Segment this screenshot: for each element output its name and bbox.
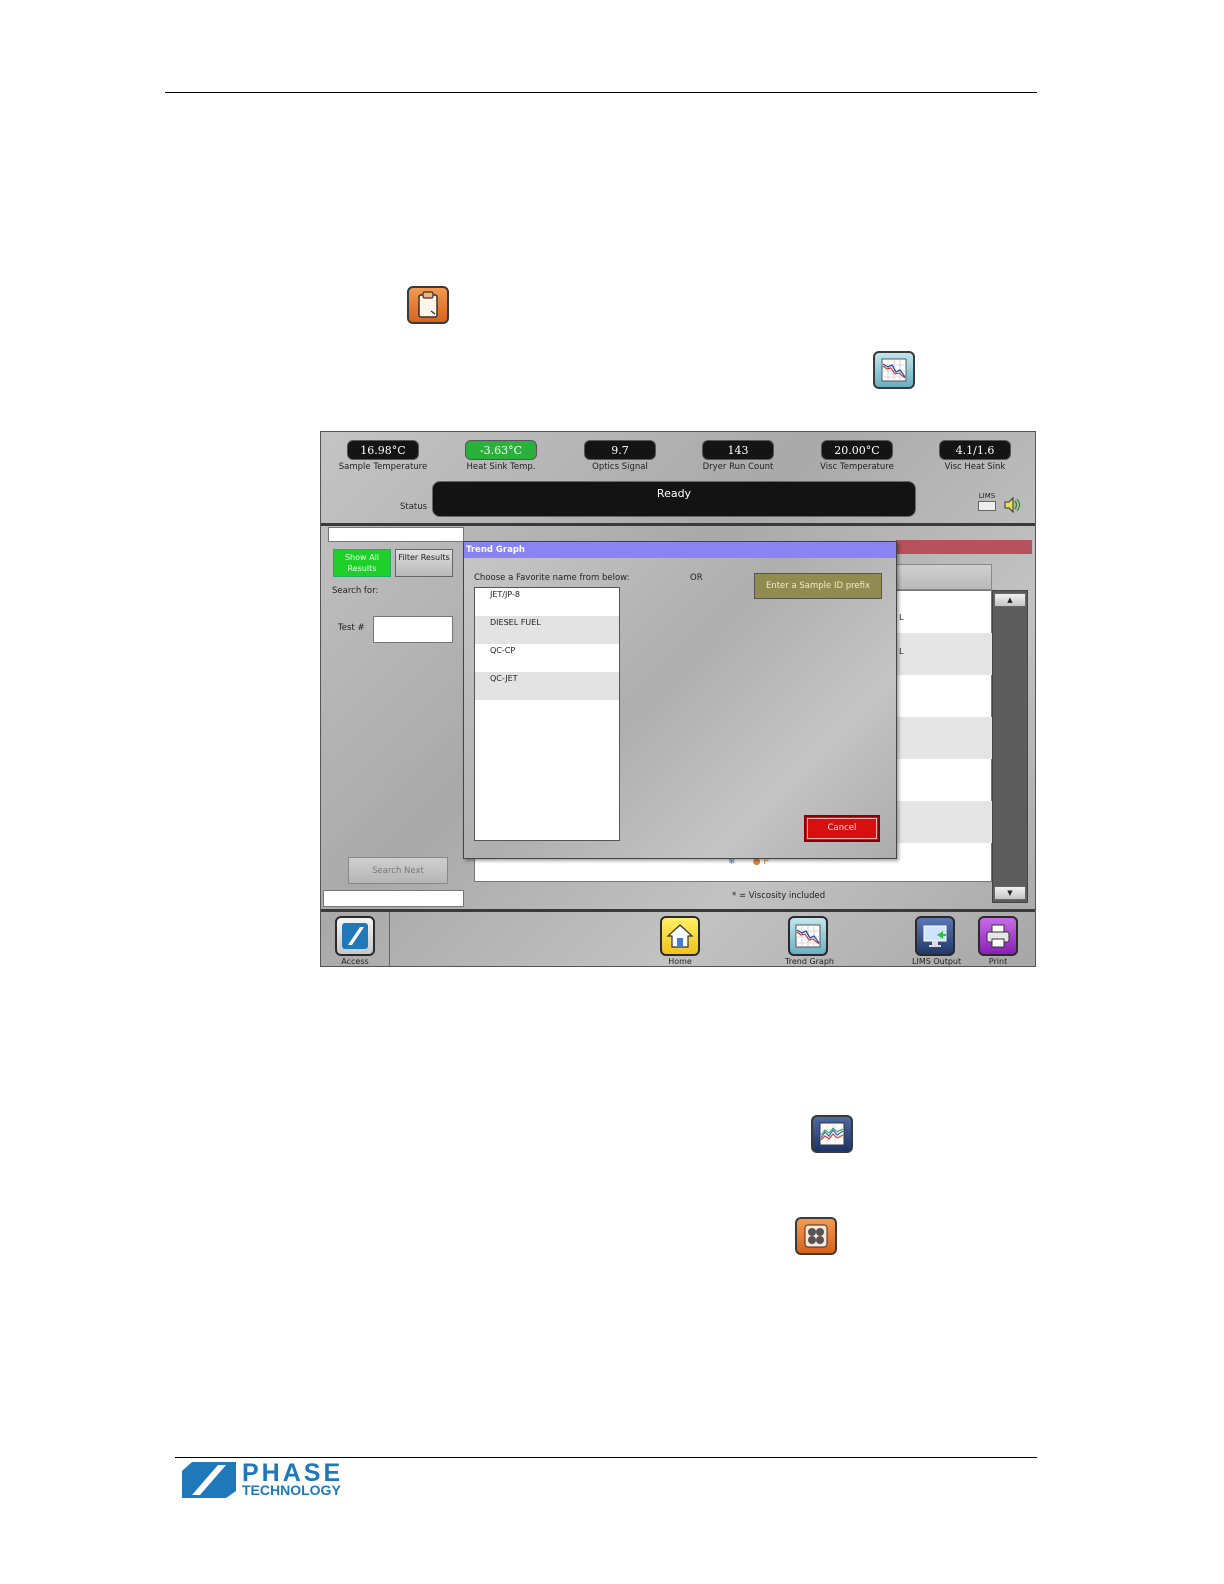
readout-value: 16.98°C	[347, 440, 419, 460]
toolbar-separator	[389, 912, 390, 966]
phase-technology-logo: PHASE TECHNOLOGY	[178, 1461, 354, 1501]
scroll-up-button[interactable]: ▲	[994, 593, 1026, 607]
lims-status-icon[interactable]: LIMS	[975, 492, 999, 516]
logo-mark-icon	[182, 1462, 236, 1498]
status-display: Ready	[432, 481, 916, 517]
print-icon	[978, 916, 1018, 956]
trend-graph-button[interactable]: Trend Graph	[785, 916, 834, 966]
readout-optics-signal: 9.7 Optics Signal	[560, 439, 680, 472]
readout-visc-heat-sink: 4.1/1.6 Visc Heat Sink	[915, 439, 1035, 472]
readout-label: Visc Heat Sink	[944, 462, 1006, 472]
row-fragment: L	[899, 647, 904, 656]
dialog-title: Trend Graph	[464, 542, 896, 558]
trend-graph-label: Trend Graph	[785, 957, 834, 966]
logo-word-technology: TECHNOLOGY	[242, 1482, 341, 1498]
readout-label: Sample Temperature	[338, 462, 428, 472]
readout-value: 20.00°C	[821, 440, 893, 460]
home-label: Home	[668, 957, 692, 966]
home-button[interactable]: Home	[657, 916, 703, 966]
enter-sample-id-prefix-button[interactable]: Enter a Sample ID prefix	[754, 573, 882, 599]
instrument-screenshot: 16.98°C Sample Temperature -3.63°C Heat …	[320, 431, 1036, 967]
lims-output-button[interactable]: LIMS Output	[912, 916, 962, 966]
viscosity-note: * = Viscosity included	[732, 891, 826, 901]
cancel-button[interactable]: Cancel	[804, 815, 880, 842]
list-item[interactable]: DIESEL FUEL	[475, 616, 619, 644]
results-column-header	[896, 564, 992, 590]
printer-shape	[978, 501, 996, 511]
readout-visc-temperature: 20.00°C Visc Temperature	[797, 439, 917, 472]
readout-value: 9.7	[584, 440, 656, 460]
readout-heat-sink-temp: -3.63°C Heat Sink Temp.	[441, 439, 561, 472]
trend-graph-icon	[788, 916, 828, 956]
results-scrollbar[interactable]: ▲ ▼	[992, 590, 1028, 903]
choose-favorite-label: Choose a Favorite name from below:	[474, 573, 630, 583]
line-graph-icon	[811, 1115, 853, 1153]
search-next-button[interactable]: Search Next	[348, 857, 448, 884]
header-divider	[321, 523, 1035, 526]
readout-value: -3.63°C	[465, 440, 537, 460]
row-fragment: L	[899, 613, 904, 622]
readout-sample-temperature: 16.98°C Sample Temperature	[323, 439, 443, 472]
grid-menu-icon	[795, 1217, 837, 1255]
readout-label: Visc Temperature	[820, 462, 894, 472]
readout-label: Heat Sink Temp.	[466, 462, 536, 472]
toolbar-divider	[321, 909, 1035, 912]
footer-rule	[175, 1457, 1037, 1458]
test-number-input[interactable]	[373, 616, 453, 643]
search-panel-bottom-strip	[323, 890, 464, 907]
home-icon	[660, 916, 700, 956]
list-item[interactable]: JET/JP-8	[475, 588, 619, 616]
readout-value: 143	[702, 440, 774, 460]
filter-results-button[interactable]: Filter Results	[395, 549, 453, 577]
favorites-list[interactable]: JET/JP-8 DIESEL FUEL QC-CP QC-JET	[474, 587, 620, 841]
or-label: OR	[690, 573, 703, 583]
list-item[interactable]: QC-JET	[475, 672, 619, 700]
results-header-strip	[896, 540, 1032, 554]
scroll-down-button[interactable]: ▼	[994, 886, 1026, 900]
header-rule	[165, 92, 1037, 93]
lims-badge: LIMS	[978, 492, 996, 500]
list-item[interactable]: QC-CP	[475, 644, 619, 672]
lims-output-icon	[915, 916, 955, 956]
readout-label: Dryer Run Count	[702, 462, 774, 472]
search-panel-top-strip	[328, 527, 464, 542]
clipboard-icon	[407, 286, 449, 324]
status-label: Status	[400, 502, 428, 512]
readout-value: 4.1/1.6	[939, 440, 1011, 460]
access-button[interactable]: Access	[332, 916, 378, 966]
test-number-label: Test #	[338, 623, 365, 633]
readout-bar: 16.98°C Sample Temperature -3.63°C Heat …	[321, 439, 1035, 479]
lims-output-label: LIMS Output	[912, 957, 962, 966]
show-all-results-button[interactable]: Show All Results	[333, 549, 391, 577]
access-icon	[335, 916, 375, 956]
speaker-icon[interactable]	[1003, 496, 1021, 514]
access-label: Access	[341, 957, 369, 966]
trend-graph-dialog: Trend Graph Choose a Favorite name from …	[463, 541, 897, 859]
print-label: Print	[988, 957, 1008, 966]
trend-graph-icon	[873, 351, 915, 389]
readout-dryer-run-count: 143 Dryer Run Count	[678, 439, 798, 472]
search-panel: Show All Results Filter Results Search f…	[323, 527, 464, 909]
search-for-label: Search for:	[332, 586, 379, 596]
print-button[interactable]: Print	[975, 916, 1021, 966]
readout-label: Optics Signal	[592, 462, 648, 472]
